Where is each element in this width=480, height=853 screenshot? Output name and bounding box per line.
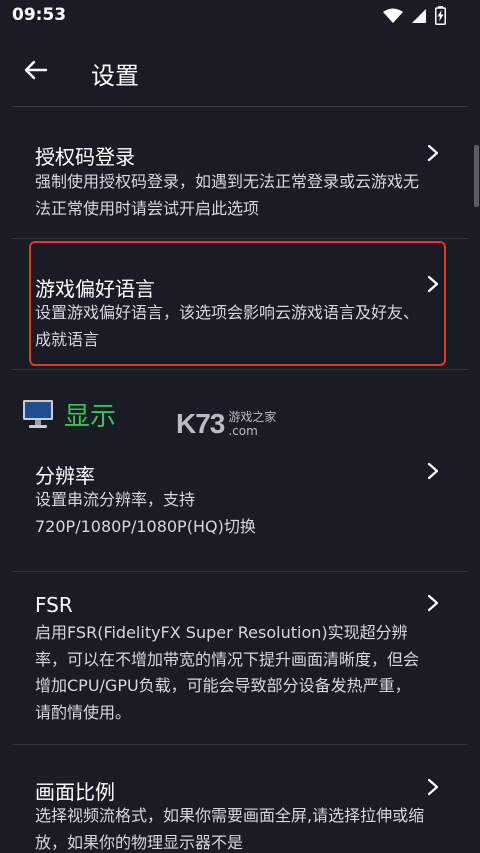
setting-title: 画面比例 <box>35 780 115 804</box>
status-time: 09:53 <box>12 5 67 25</box>
monitor-icon <box>23 400 53 428</box>
setting-title: 授权码登录 <box>35 145 135 169</box>
wifi-icon <box>383 8 403 23</box>
signal-icon <box>412 8 426 23</box>
setting-description: 强制使用授权码登录，如遇到无法正常登录或云游戏无法正常使用时请尝试开启此选项 <box>35 172 420 218</box>
back-button[interactable] <box>14 50 58 90</box>
setting-aspect-ratio[interactable]: 画面比例 选择视频流格式，如果你需要画面全屏,请选择拉伸或缩放，如果你的物理显示… <box>12 745 468 853</box>
setting-auth-code-login[interactable]: 授权码登录 强制使用授权码登录，如遇到无法正常登录或云游戏无法正常使用时请尝试开… <box>12 107 468 238</box>
app-bar: 设置 <box>0 32 480 106</box>
status-icons <box>383 6 446 25</box>
watermark-logo: K73 游戏之家 .com <box>176 408 276 440</box>
setting-fsr[interactable]: FSR 启用FSR(FidelityFX Super Resolution)实现… <box>12 572 468 744</box>
scrollbar-thumb[interactable] <box>474 145 479 207</box>
arrow-left-icon <box>24 60 48 80</box>
chevron-right-icon <box>427 778 439 796</box>
setting-description: 设置串流分辨率，支持720P/1080P/1080P(HQ)切换 <box>35 490 256 536</box>
setting-title: FSR <box>35 593 73 617</box>
status-bar: 09:53 <box>0 0 480 32</box>
highlight-box <box>29 241 446 366</box>
battery-charging-icon <box>435 6 446 25</box>
chevron-right-icon <box>427 144 439 162</box>
chevron-right-icon <box>427 462 439 480</box>
page-title: 设置 <box>91 62 139 90</box>
watermark-site-en: .com <box>228 424 258 438</box>
setting-description: 启用FSR(FidelityFX Super Resolution)实现超分辨率… <box>35 623 420 722</box>
setting-description: 选择视频流格式，如果你需要画面全屏,请选择拉伸或缩放，如果你的物理显示器不是 <box>35 806 425 852</box>
watermark-k73: K73 <box>176 408 225 439</box>
chevron-right-icon <box>427 594 439 612</box>
divider <box>12 369 468 370</box>
setting-resolution[interactable]: 分辨率 设置串流分辨率，支持720P/1080P/1080P(HQ)切换 <box>12 440 468 571</box>
section-header-display: 显示 <box>22 394 116 434</box>
section-label: 显示 <box>64 401 117 432</box>
watermark-site-cn: 游戏之家 <box>228 410 277 424</box>
setting-title: 分辨率 <box>35 464 95 488</box>
